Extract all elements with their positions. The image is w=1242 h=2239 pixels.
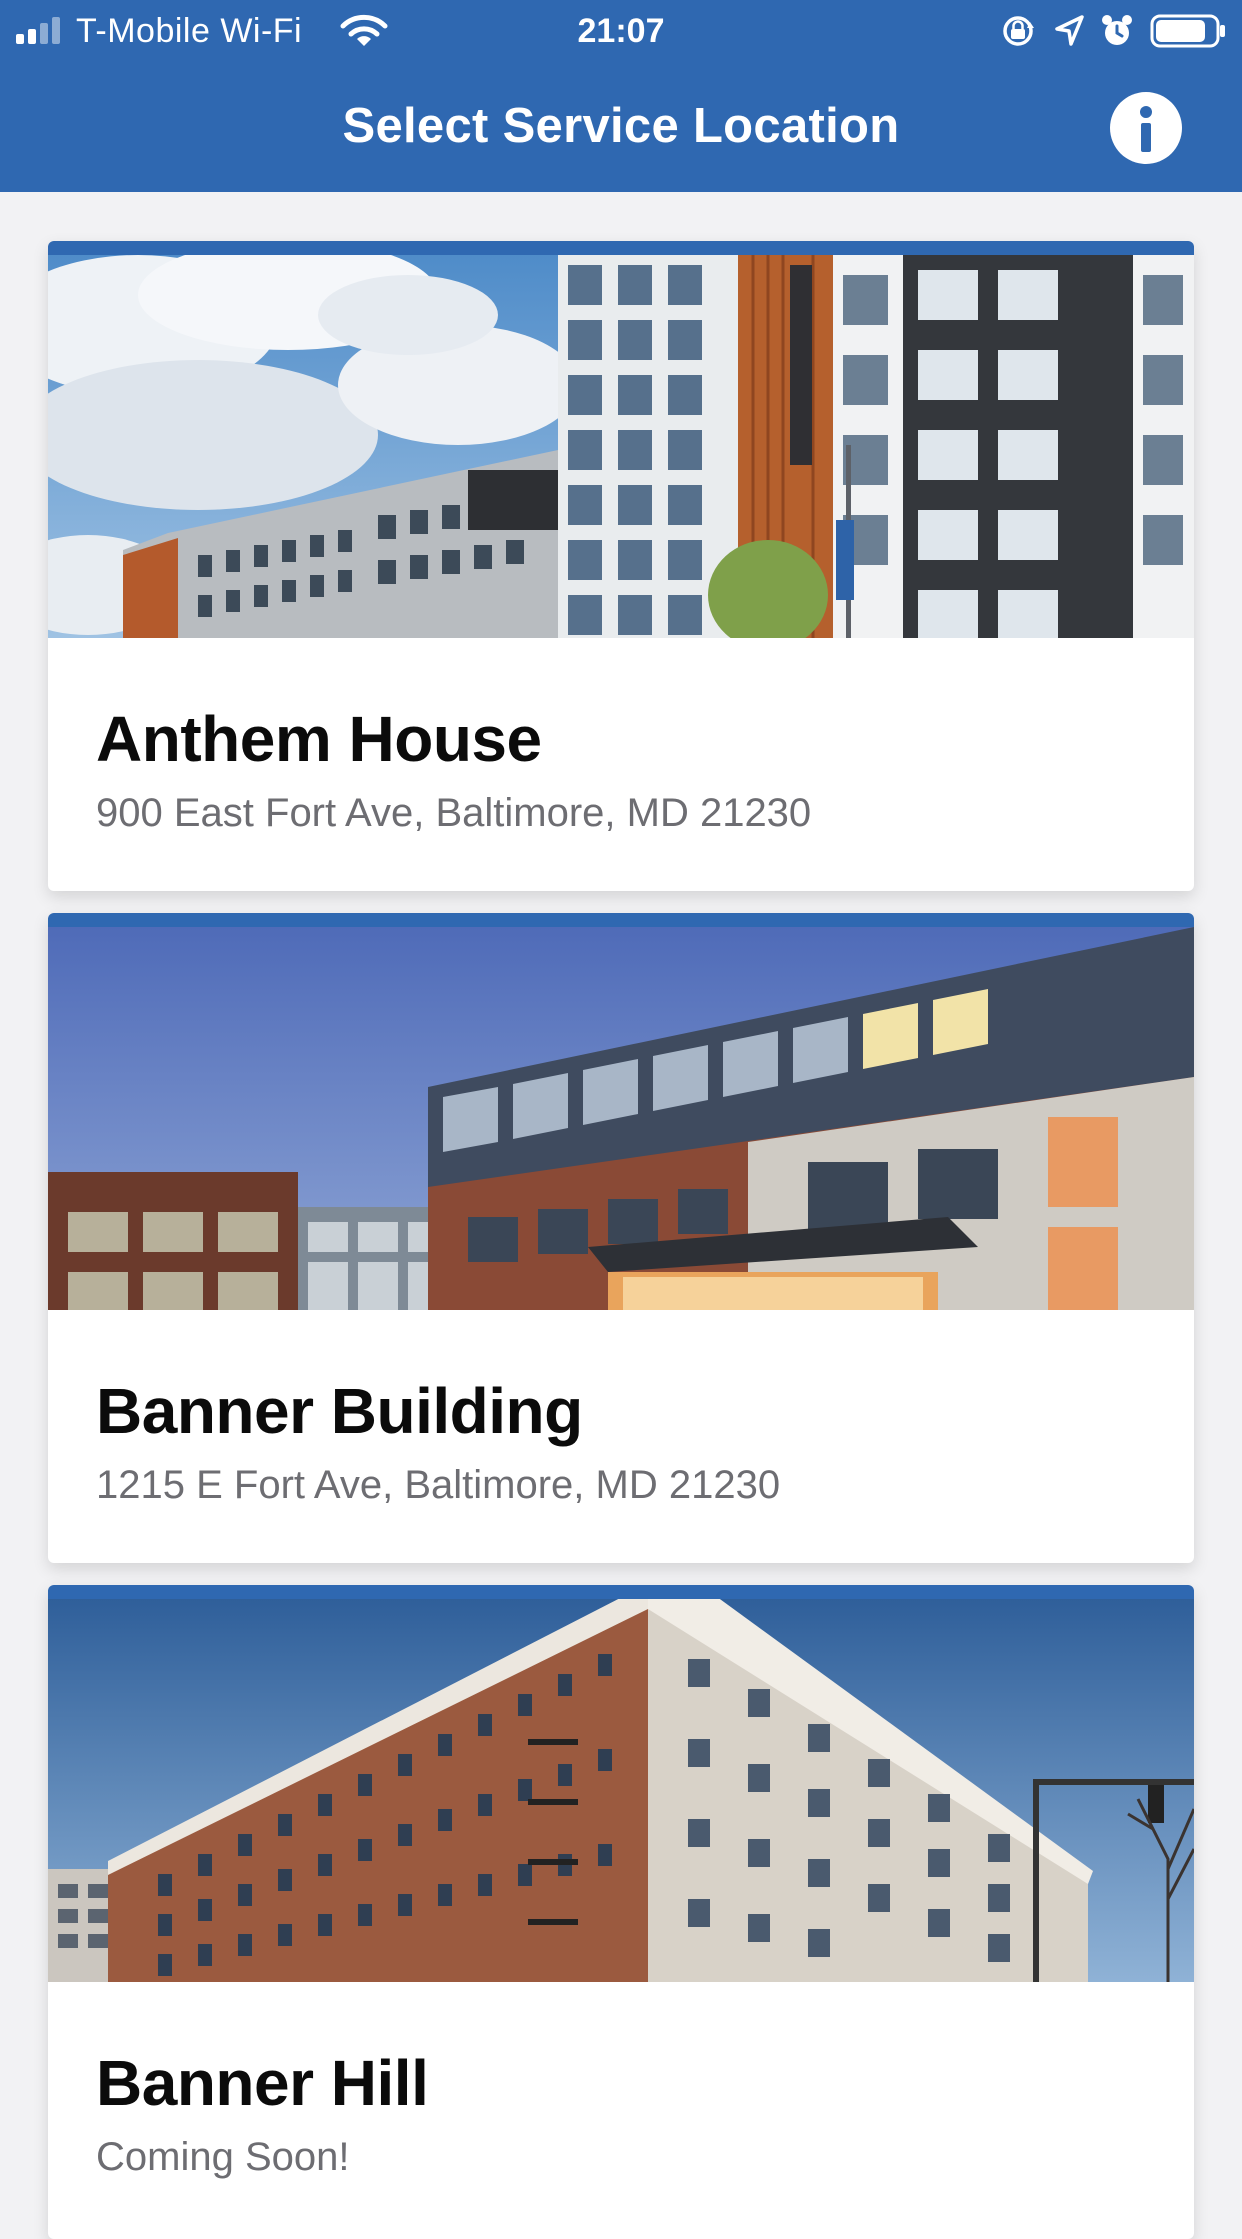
- location-card-banner-building[interactable]: Banner Building 1215 E Fort Ave, Baltimo…: [48, 913, 1194, 1563]
- banner-building-photo: [48, 927, 1194, 1310]
- orientation-lock-icon: [1003, 16, 1034, 46]
- banner-hill-photo: [48, 1599, 1194, 1982]
- location-card-banner-hill[interactable]: Banner Hill Coming Soon!: [48, 1585, 1194, 2239]
- info-button[interactable]: [1110, 92, 1182, 164]
- app-header: T-Mobile Wi-Fi 21:07 Select Service Loca…: [0, 0, 1242, 192]
- location-address: 900 East Fort Ave, Baltimore, MD 21230: [96, 791, 812, 835]
- page-title: Select Service Location: [342, 99, 900, 153]
- location-name: Banner Hill: [96, 2047, 429, 2119]
- battery-icon: [1150, 14, 1225, 48]
- location-name: Banner Building: [96, 1375, 583, 1447]
- alarm-clock-icon: [1102, 15, 1132, 45]
- anthem-house-photo: [48, 255, 1194, 638]
- location-name: Anthem House: [96, 703, 542, 775]
- status-bar: T-Mobile Wi-Fi 21:07: [0, 0, 1242, 62]
- info-icon: [1140, 106, 1152, 152]
- location-address: Coming Soon!: [96, 2135, 350, 2179]
- location-arrow-icon: [1055, 15, 1084, 46]
- location-address: 1215 E Fort Ave, Baltimore, MD 21230: [96, 1463, 781, 1507]
- location-card-anthem-house[interactable]: Anthem House 900 East Fort Ave, Baltimor…: [48, 241, 1194, 891]
